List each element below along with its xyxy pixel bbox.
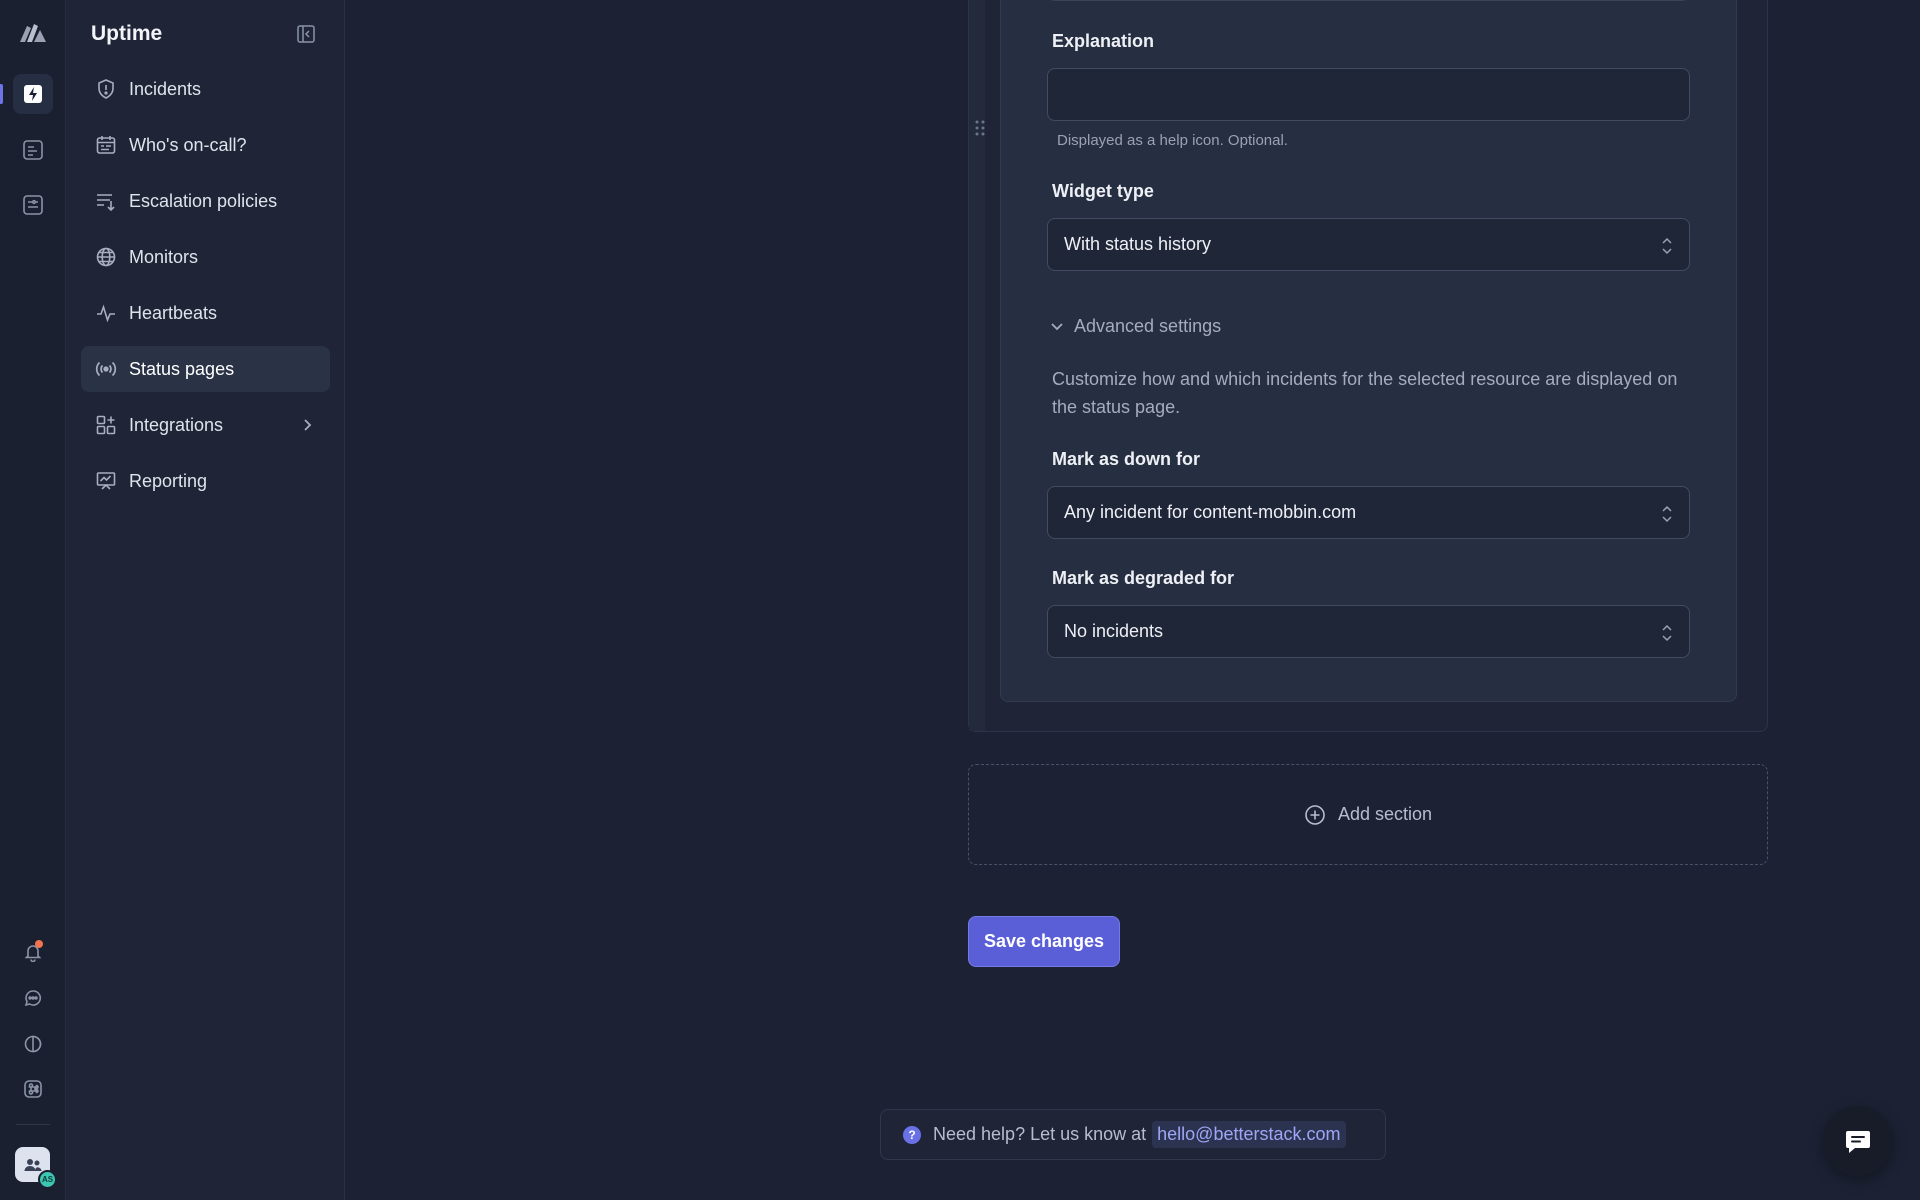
live-chat-button[interactable] bbox=[1823, 1106, 1893, 1176]
select-updown-icon bbox=[1662, 237, 1672, 255]
explanation-label: Explanation bbox=[1052, 31, 1155, 51]
globe-icon bbox=[94, 245, 118, 269]
main-content: Explanation Displayed as a help icon. Op… bbox=[345, 0, 1920, 1200]
section-drag-strip bbox=[969, 0, 985, 731]
command-palette-icon[interactable] bbox=[13, 1069, 53, 1109]
sidebar-item-label: Heartbeats bbox=[129, 302, 218, 323]
app-root: AS Uptime Incidents Who's on-call? Escal… bbox=[0, 0, 1920, 1200]
sidebar-item-label: Status pages bbox=[129, 358, 235, 379]
sidebar-item-label: Who's on-call? bbox=[129, 134, 247, 155]
chevron-right-icon[interactable] bbox=[298, 416, 316, 434]
icon-rail: AS bbox=[0, 0, 66, 1200]
sidebar-title: Uptime bbox=[91, 22, 163, 45]
notification-dot bbox=[35, 940, 43, 948]
advanced-settings-toggle[interactable]: Advanced settings bbox=[1048, 313, 1221, 339]
mark-down-value: Any incident for content-mobbin.com bbox=[1064, 502, 1357, 522]
rail-divider bbox=[16, 1124, 50, 1125]
sidebar-item-label: Incidents bbox=[129, 78, 202, 99]
chat-message-icon bbox=[1846, 1131, 1870, 1153]
chevron-down-icon bbox=[1051, 323, 1063, 331]
user-initials-badge[interactable]: AS bbox=[38, 1170, 57, 1189]
grid-plus-icon bbox=[94, 413, 118, 437]
help-question-icon: ? bbox=[903, 1125, 921, 1144]
betterstack-logo-icon[interactable] bbox=[18, 20, 48, 46]
theme-toggle-icon[interactable] bbox=[13, 1024, 53, 1064]
widget-type-label: Widget type bbox=[1052, 181, 1154, 201]
widget-type-select[interactable]: With status history bbox=[1047, 218, 1690, 271]
sidebar-item-heartbeats[interactable]: Heartbeats bbox=[81, 290, 330, 336]
dashboards-app-icon[interactable] bbox=[13, 185, 53, 225]
sidebar-item-label: Monitors bbox=[129, 246, 199, 267]
broadcast-icon bbox=[94, 357, 118, 381]
help-text: Need help? Let us know at bbox=[933, 1124, 1147, 1144]
chart-board-icon bbox=[94, 469, 118, 493]
sidebar-item-on-call[interactable]: Who's on-call? bbox=[81, 122, 330, 168]
mark-down-label: Mark as down for bbox=[1052, 449, 1201, 469]
users-icon bbox=[24, 1158, 41, 1171]
save-changes-button[interactable]: Save changes bbox=[968, 916, 1120, 967]
select-updown-icon bbox=[1662, 624, 1672, 642]
sidebar: Uptime Incidents Who's on-call? Escalati… bbox=[66, 0, 345, 1200]
sidebar-item-label: Integrations bbox=[129, 414, 224, 435]
help-email-link[interactable]: hello@betterstack.com bbox=[1152, 1121, 1346, 1148]
active-rail-indicator bbox=[0, 84, 3, 104]
mark-down-select[interactable]: Any incident for content-mobbin.com bbox=[1047, 486, 1690, 539]
sidebar-item-escalation-policies[interactable]: Escalation policies bbox=[81, 178, 330, 224]
mark-degraded-label: Mark as degraded for bbox=[1052, 568, 1235, 588]
sidebar-item-label: Escalation policies bbox=[129, 190, 278, 211]
chat-bubble-icon[interactable] bbox=[13, 978, 53, 1018]
shield-alert-icon bbox=[94, 77, 118, 101]
sidebar-item-incidents[interactable]: Incidents bbox=[81, 66, 330, 112]
plus-circle-icon bbox=[1305, 804, 1325, 825]
explanation-field[interactable] bbox=[1047, 68, 1690, 121]
advanced-settings-label: Advanced settings bbox=[1074, 315, 1222, 336]
mark-degraded-value: No incidents bbox=[1064, 621, 1164, 641]
advanced-settings-description: Customize how and which incidents for th… bbox=[1052, 369, 1678, 417]
previous-field-bottom-edge bbox=[1047, 0, 1690, 1]
add-section-label: Add section bbox=[1337, 804, 1433, 824]
select-updown-icon bbox=[1662, 505, 1672, 523]
explanation-input[interactable] bbox=[1064, 69, 1689, 120]
sidebar-item-reporting[interactable]: Reporting bbox=[81, 458, 330, 504]
sidebar-item-monitors[interactable]: Monitors bbox=[81, 234, 330, 280]
collapse-sidebar-icon[interactable] bbox=[296, 24, 316, 44]
pulse-icon bbox=[94, 301, 118, 325]
notifications-bell-icon[interactable] bbox=[13, 932, 53, 972]
widget-type-value: With status history bbox=[1064, 234, 1212, 254]
uptime-app-icon[interactable] bbox=[13, 74, 53, 114]
explanation-hint: Displayed as a help icon. Optional. bbox=[1057, 132, 1288, 149]
add-section-button[interactable]: Add section bbox=[968, 764, 1768, 865]
sidebar-item-status-pages[interactable]: Status pages bbox=[81, 346, 330, 392]
drag-handle-icon[interactable] bbox=[974, 118, 986, 138]
calendar-icon bbox=[94, 133, 118, 157]
sidebar-nav: Incidents Who's on-call? Escalation poli… bbox=[81, 66, 330, 514]
escalation-list-icon bbox=[94, 189, 118, 213]
sidebar-item-integrations[interactable]: Integrations bbox=[81, 402, 330, 448]
mark-degraded-select[interactable]: No incidents bbox=[1047, 605, 1690, 658]
logs-app-icon[interactable] bbox=[13, 130, 53, 170]
sidebar-item-label: Reporting bbox=[129, 470, 208, 491]
help-banner: ? Need help? Let us know at hello@better… bbox=[880, 1109, 1386, 1160]
